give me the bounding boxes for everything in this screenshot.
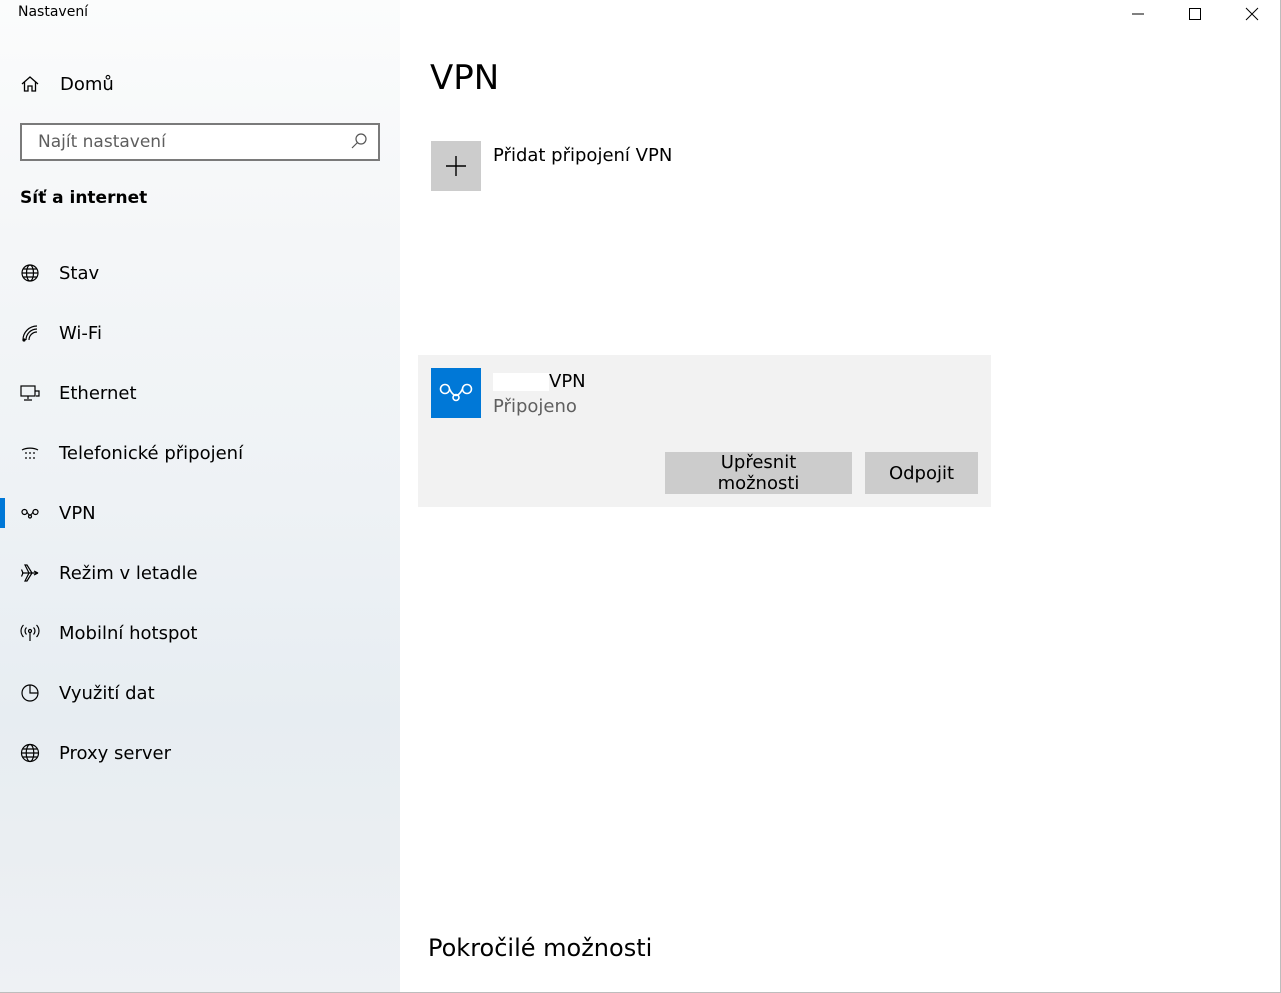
sidebar-item-label: Využití dat: [59, 682, 155, 704]
close-icon: [1245, 7, 1258, 21]
vpn-connection-icon: [431, 368, 481, 418]
data-usage-icon: [20, 683, 40, 703]
sidebar-item-label: Proxy server: [59, 742, 172, 764]
search-input[interactable]: [36, 131, 340, 153]
sidebar-item-label: Telefonické připojení: [59, 442, 244, 464]
vpn-icon: [20, 503, 40, 523]
section-title: Síť a internet: [20, 188, 148, 208]
vpn-connection-card[interactable]: VPN Připojeno Upřesnit možnosti Odpojit: [418, 355, 991, 507]
sidebar-item-label: VPN: [59, 502, 96, 524]
sidebar-item-label: Wi-Fi: [59, 322, 102, 344]
minimize-icon: [1131, 13, 1144, 15]
sidebar-item-proxy[interactable]: Proxy server: [0, 723, 400, 783]
airplane-icon: [20, 563, 40, 583]
disconnect-button[interactable]: Odpojit: [865, 452, 978, 494]
vpn-connection-status: Připojeno: [493, 396, 577, 417]
add-vpn-label: Přidat připojení VPN: [493, 145, 673, 166]
sidebar: Nastavení Domů Síť a internet: [0, 0, 400, 992]
sidebar-item-label: Ethernet: [59, 382, 137, 404]
window-controls: [1109, 0, 1280, 28]
sidebar-item-hotspot[interactable]: Mobilní hotspot: [0, 603, 400, 663]
add-vpn-button[interactable]: Přidat připojení VPN: [431, 141, 672, 191]
settings-window: Nastavení Domů Síť a internet: [0, 0, 1281, 993]
sidebar-nav: Stav Wi-Fi Ethernet Telefonické připojen…: [0, 243, 400, 783]
sidebar-item-label: Mobilní hotspot: [59, 622, 198, 644]
dialup-icon: [20, 443, 40, 463]
advanced-options-heading: Pokročilé možnosti: [428, 934, 653, 962]
home-label: Domů: [60, 73, 114, 95]
sidebar-item-label: Stav: [59, 262, 100, 284]
wifi-icon: [20, 323, 40, 343]
page-title: VPN: [430, 58, 500, 98]
redacted-block: [493, 372, 549, 391]
sidebar-item-airplane[interactable]: Režim v letadle: [0, 543, 400, 603]
home-link[interactable]: Domů: [20, 70, 114, 98]
sidebar-item-vpn[interactable]: VPN: [0, 483, 400, 543]
plus-icon: [446, 156, 466, 176]
sidebar-item-label: Režim v letadle: [59, 562, 198, 584]
maximize-button[interactable]: [1166, 0, 1223, 28]
close-button[interactable]: [1223, 0, 1280, 28]
sidebar-item-dialup[interactable]: Telefonické připojení: [0, 423, 400, 483]
globe-status-icon: [20, 263, 40, 283]
vpn-connection-name: VPN: [493, 371, 586, 392]
sidebar-item-wifi[interactable]: Wi-Fi: [0, 303, 400, 363]
minimize-button[interactable]: [1109, 0, 1166, 28]
sidebar-item-status[interactable]: Stav: [0, 243, 400, 303]
vpn-name-suffix: VPN: [549, 371, 586, 392]
maximize-icon: [1188, 8, 1201, 20]
search-icon[interactable]: [350, 132, 368, 150]
search-box[interactable]: [20, 123, 380, 161]
add-vpn-tile[interactable]: [431, 141, 481, 191]
app-title: Nastavení: [18, 4, 89, 20]
proxy-globe-icon: [20, 743, 40, 763]
main-content: VPN Přidat připojení VPN VPN Připojeno U…: [400, 0, 1280, 992]
home-icon: [20, 74, 40, 94]
sidebar-item-ethernet[interactable]: Ethernet: [0, 363, 400, 423]
hotspot-icon: [20, 623, 40, 643]
ethernet-icon: [20, 383, 40, 403]
advanced-options-button[interactable]: Upřesnit možnosti: [665, 452, 852, 494]
sidebar-item-data-usage[interactable]: Využití dat: [0, 663, 400, 723]
